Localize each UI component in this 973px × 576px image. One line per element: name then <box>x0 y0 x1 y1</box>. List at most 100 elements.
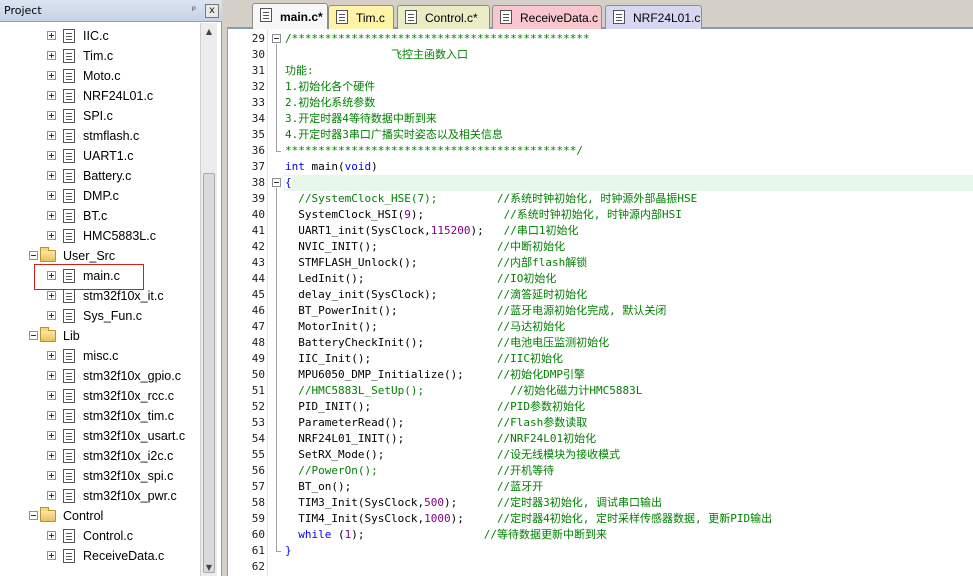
code-line[interactable]: TIM3_Init(SysClock,500); //定时器3初始化, 调试串口… <box>285 495 662 511</box>
tree-file[interactable]: DMP.c <box>0 187 200 207</box>
expand-icon[interactable] <box>47 211 56 220</box>
code-line[interactable]: 功能: <box>285 63 314 79</box>
expand-icon[interactable] <box>47 491 56 500</box>
tree-file[interactable]: stm32f10x_i2c.c <box>0 447 200 467</box>
expand-icon[interactable] <box>47 51 56 60</box>
expand-icon[interactable] <box>47 291 56 300</box>
expand-icon[interactable] <box>47 171 56 180</box>
tree-file[interactable]: Tim.c <box>0 47 200 67</box>
tree-file[interactable]: UART1.c <box>0 147 200 167</box>
tree-file[interactable]: stm32f10x_usart.c <box>0 427 200 447</box>
tree-file[interactable]: HMC5883L.c <box>0 227 200 247</box>
expand-icon[interactable] <box>47 531 56 540</box>
code-line[interactable]: ParameterRead(); //Flash参数读取 <box>285 415 587 431</box>
editor-tab[interactable]: Control.c* <box>397 5 490 29</box>
tree-file[interactable]: NRF24L01.c <box>0 87 200 107</box>
expand-icon[interactable] <box>47 451 56 460</box>
tree-file[interactable]: stm32f10x_gpio.c <box>0 367 200 387</box>
tree-file[interactable]: SPI.c <box>0 107 200 127</box>
tree-file[interactable]: stm32f10x_spi.c <box>0 467 200 487</box>
code-line[interactable]: while (1); //等待数据更新中断到来 <box>285 527 607 543</box>
code-line[interactable]: SystemClock_HSI(9); //系统时钟初始化, 时钟源内部HSI <box>285 207 682 223</box>
code-line[interactable]: PID_INIT(); //PID参数初始化 <box>285 399 585 415</box>
project-scrollbar[interactable]: ▲ ▼ <box>200 23 217 576</box>
code-line[interactable]: //PowerOn(); //开机等待 <box>285 463 554 479</box>
editor-tab[interactable]: NRF24L01.c <box>605 5 702 29</box>
expand-icon[interactable] <box>47 151 56 160</box>
expand-icon[interactable] <box>47 91 56 100</box>
tree-item-label: SPI.c <box>83 109 113 123</box>
tree-file[interactable]: Moto.c <box>0 67 200 87</box>
expand-icon[interactable] <box>47 131 56 140</box>
code-line[interactable]: NRF24L01_INIT(); //NRF24L01初始化 <box>285 431 596 447</box>
code-line[interactable]: 1.初始化各个硬件 <box>285 79 375 95</box>
tree-file[interactable]: Sys_Fun.c <box>0 307 200 327</box>
tree-file[interactable]: Battery.c <box>0 167 200 187</box>
scroll-down-arrow-icon[interactable]: ▼ <box>201 559 217 576</box>
code-line[interactable]: delay_init(SysClock); //滴答延时初始化 <box>285 287 587 303</box>
expand-icon[interactable] <box>47 471 56 480</box>
expand-icon[interactable] <box>47 111 56 120</box>
expand-icon[interactable] <box>47 231 56 240</box>
code-line[interactable]: TIM4_Init(SysClock,1000); //定时器4初始化, 定时采… <box>285 511 772 527</box>
code-line[interactable]: BT_PowerInit(); //蓝牙电源初始化完成, 默认关闭 <box>285 303 666 319</box>
code-line[interactable]: int main(void) <box>285 159 378 175</box>
pin-icon[interactable]: ᵖ <box>188 5 200 17</box>
editor-tab[interactable]: main.c* <box>252 3 328 30</box>
code-line[interactable]: NVIC_INIT(); //中断初始化 <box>285 239 565 255</box>
code-line[interactable]: //HMC5883L_SetUp(); //初始化磁力计HMC5883L <box>285 383 642 399</box>
tree-folder[interactable]: Lib <box>0 327 200 347</box>
tree-file[interactable]: stmflash.c <box>0 127 200 147</box>
code-line[interactable]: MotorInit(); //马达初始化 <box>285 319 565 335</box>
collapse-icon[interactable] <box>29 511 38 520</box>
code-line[interactable]: 3.开定时器4等待数据中断到来 <box>285 111 437 127</box>
expand-icon[interactable] <box>47 311 56 320</box>
collapse-icon[interactable] <box>29 331 38 340</box>
tree-file[interactable]: stm32f10x_tim.c <box>0 407 200 427</box>
code-line[interactable]: //SystemClock_HSE(7); //系统时钟初始化, 时钟源外部晶振… <box>285 191 697 207</box>
code-line[interactable]: ****************************************… <box>285 143 583 159</box>
expand-icon[interactable] <box>47 391 56 400</box>
tree-file[interactable]: stm32f10x_it.c <box>0 287 200 307</box>
fold-toggle-icon[interactable] <box>272 178 281 187</box>
expand-icon[interactable] <box>47 431 56 440</box>
expand-icon[interactable] <box>47 351 56 360</box>
expand-icon[interactable] <box>47 71 56 80</box>
code-line[interactable]: SetRX_Mode(); //设无线模块为接收模式 <box>285 447 620 463</box>
editor-tab[interactable]: Tim.c <box>328 5 394 29</box>
tree-file[interactable]: Control.c <box>0 527 200 547</box>
scrollbar-thumb[interactable] <box>203 173 215 573</box>
editor-tab[interactable]: ReceiveData.c <box>492 5 602 29</box>
code-line[interactable]: IIC_Init(); //IIC初始化 <box>285 351 563 367</box>
tree-file[interactable]: stm32f10x_pwr.c <box>0 487 200 507</box>
code-line[interactable]: { <box>285 175 292 191</box>
tree-file[interactable]: misc.c <box>0 347 200 367</box>
expand-icon[interactable] <box>47 551 56 560</box>
fold-toggle-icon[interactable] <box>272 34 281 43</box>
code-line[interactable]: BT_on(); //蓝牙开 <box>285 479 543 495</box>
tree-file[interactable]: BT.c <box>0 207 200 227</box>
code-line[interactable]: MPU6050_DMP_Initialize(); //初始化DMP引擎 <box>285 367 585 383</box>
tree-file[interactable]: ReceiveData.c <box>0 547 200 567</box>
scroll-up-arrow-icon[interactable]: ▲ <box>201 23 217 40</box>
c-file-icon <box>63 169 75 183</box>
code-line[interactable]: 飞控主函数入口 <box>285 47 468 63</box>
code-editor[interactable]: 29 30 31 32 33 34 35 36 37 38 39 40 41 42 43 44 45 46 47 48… <box>227 29 973 576</box>
close-panel-button[interactable]: x <box>205 4 219 18</box>
code-line[interactable]: STMFLASH_Unlock(); //内部flash解锁 <box>285 255 587 271</box>
code-line[interactable]: UART1_init(SysClock,115200); //串口1初始化 <box>285 223 578 239</box>
expand-icon[interactable] <box>47 371 56 380</box>
code-line[interactable]: } <box>285 543 292 559</box>
code-line[interactable]: BatteryCheckInit(); //电池电压监测初始化 <box>285 335 609 351</box>
tree-file[interactable]: stm32f10x_rcc.c <box>0 387 200 407</box>
tree-folder[interactable]: Control <box>0 507 200 527</box>
tree-file[interactable]: IIC.c <box>0 27 200 47</box>
code-line[interactable]: 2.初始化系统参数 <box>285 95 375 111</box>
expand-icon[interactable] <box>47 31 56 40</box>
code-line[interactable]: LedInit(); //IO初始化 <box>285 271 556 287</box>
expand-icon[interactable] <box>47 411 56 420</box>
code-line[interactable]: /***************************************… <box>285 31 590 47</box>
collapse-icon[interactable] <box>29 251 38 260</box>
expand-icon[interactable] <box>47 191 56 200</box>
code-line[interactable]: 4.开定时器3串口广播实时姿态以及相关信息 <box>285 127 503 143</box>
